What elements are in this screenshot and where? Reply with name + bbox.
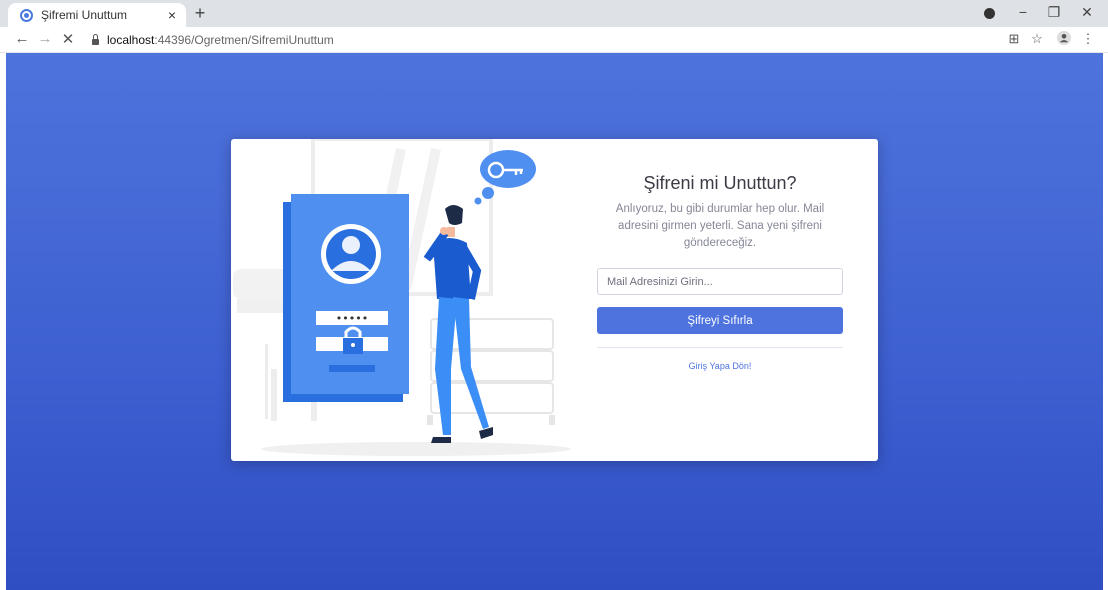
user-avatar-icon bbox=[321, 224, 381, 284]
phone-panel: ••••• bbox=[283, 194, 409, 402]
page-viewport: ••••• Şifreni mi Unuttun? Anlıyoruz, bu … bbox=[6, 53, 1103, 590]
forward-icon[interactable]: → bbox=[36, 30, 54, 47]
password-mask: ••••• bbox=[336, 312, 368, 325]
browser-menu-icon[interactable]: ⋮ bbox=[1080, 31, 1096, 47]
extension-icon[interactable] bbox=[984, 8, 995, 19]
form-description: Anlıyoruz, bu gibi durumlar hep olur. Ma… bbox=[615, 203, 825, 249]
tab-close-icon[interactable]: × bbox=[164, 7, 180, 23]
key-icon bbox=[474, 150, 536, 205]
restore-icon[interactable]: ❐ bbox=[1044, 4, 1064, 21]
forgot-password-card: ••••• Şifreni mi Unuttun? Anlıyoruz, bu … bbox=[231, 139, 878, 461]
email-field[interactable] bbox=[597, 268, 843, 295]
back-icon[interactable]: ← bbox=[13, 30, 31, 47]
illustration: ••••• bbox=[231, 139, 577, 461]
url-host: localhost bbox=[107, 32, 155, 47]
profile-icon[interactable] bbox=[1056, 31, 1072, 48]
bookmark-star-icon[interactable]: ☆ bbox=[1029, 31, 1045, 47]
page-title: Şifreni mi Unuttun? bbox=[643, 173, 797, 193]
back-to-login-link[interactable]: Giriş Yapa Dön! bbox=[597, 361, 843, 371]
browser-toolbar: ← → ✕ localhost:44396/Ogretmen/SifremiUn… bbox=[0, 27, 1108, 53]
url-path: :44396/Ogretmen/SifremiUnuttum bbox=[154, 32, 334, 47]
translate-icon[interactable]: ⊞ bbox=[1006, 31, 1022, 47]
stop-loading-icon[interactable]: ✕ bbox=[59, 30, 77, 48]
browser-tab-strip: Şifremi Unuttum × + − ❐ ✕ bbox=[0, 0, 1108, 27]
reset-password-button[interactable]: Şifreyi Sıfırla bbox=[597, 307, 843, 334]
forgot-password-form: Şifreni mi Unuttun? Anlıyoruz, bu gibi d… bbox=[597, 139, 843, 461]
address-bar[interactable]: localhost:44396/Ogretmen/SifremiUnuttum bbox=[86, 30, 996, 49]
site-favicon-icon bbox=[20, 8, 33, 22]
divider bbox=[597, 347, 843, 348]
browser-tab[interactable]: Şifremi Unuttum × bbox=[8, 3, 186, 27]
new-tab-button[interactable]: + bbox=[190, 3, 210, 23]
tab-title: Şifremi Unuttum bbox=[41, 8, 128, 22]
lock-icon bbox=[92, 33, 99, 45]
minimize-icon[interactable]: − bbox=[1013, 4, 1033, 20]
window-close-icon[interactable]: ✕ bbox=[1077, 4, 1097, 21]
